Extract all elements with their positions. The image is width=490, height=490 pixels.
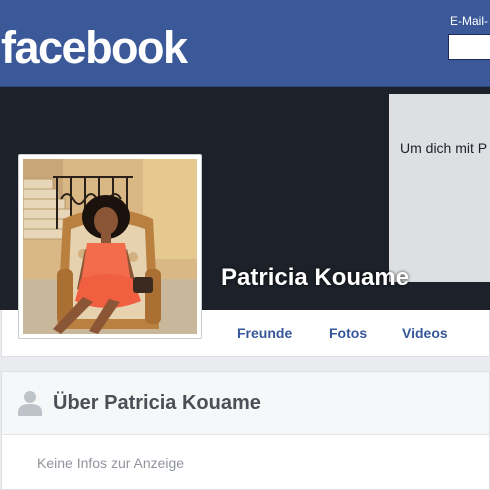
top-bar: facebook E-Mail- xyxy=(0,0,490,87)
profile-name[interactable]: Patricia Kouame xyxy=(221,264,409,292)
email-input[interactable] xyxy=(448,34,490,60)
nav-item-videos[interactable]: Videos xyxy=(402,325,448,341)
signup-panel: Um dich mit P xyxy=(389,94,490,282)
profile-picture[interactable] xyxy=(18,154,202,339)
profile-page: facebook E-Mail- Um dich mit P Patricia … xyxy=(0,0,490,490)
profile-photo-image xyxy=(23,159,197,334)
facebook-logo[interactable]: facebook xyxy=(1,22,188,74)
signup-text: Um dich mit P xyxy=(400,140,488,156)
person-icon xyxy=(18,391,42,416)
about-header: Über Patricia Kouame xyxy=(2,372,489,435)
nav-item-photos[interactable]: Fotos xyxy=(329,325,367,341)
about-card: Über Patricia Kouame Keine Infos zur Anz… xyxy=(1,371,490,490)
email-label: E-Mail- xyxy=(450,14,488,28)
nav-item-friends[interactable]: Freunde xyxy=(237,325,292,341)
about-empty-text: Keine Infos zur Anzeige xyxy=(37,455,185,471)
about-title[interactable]: Über Patricia Kouame xyxy=(53,392,261,415)
